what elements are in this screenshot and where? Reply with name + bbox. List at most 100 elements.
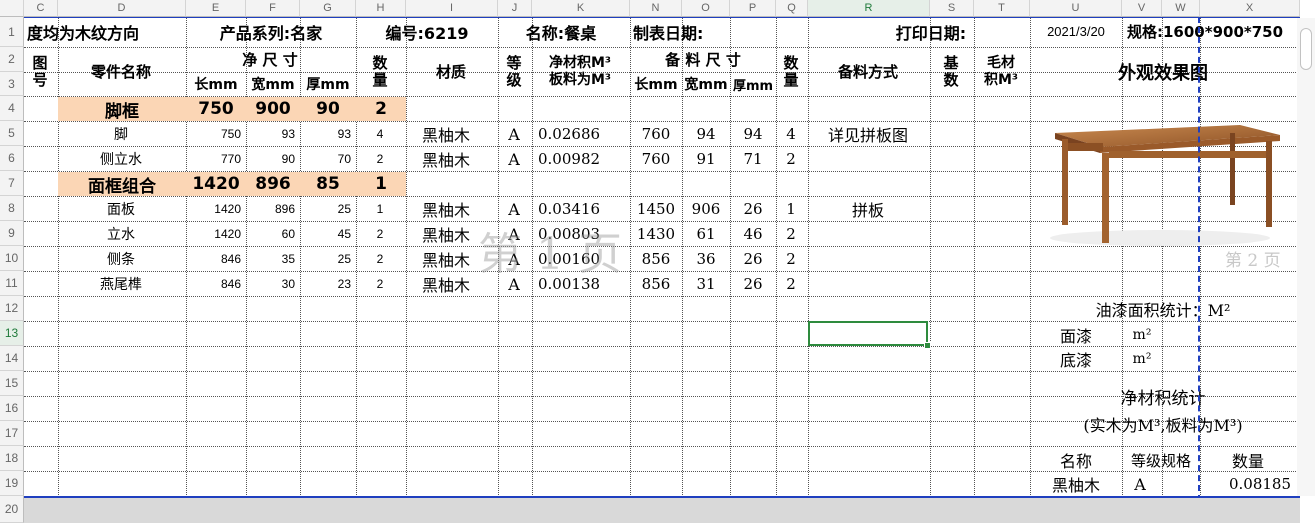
base-coat-unit: m² xyxy=(1132,351,1152,367)
column-header-J[interactable]: J xyxy=(498,0,532,17)
stats-col-qty: 数量 xyxy=(1231,452,1264,471)
column-header-Q[interactable]: Q xyxy=(776,0,808,17)
prep-width: 906 xyxy=(691,200,721,218)
group-width: 896 xyxy=(246,172,300,196)
row-header-4[interactable]: 4 xyxy=(0,96,24,121)
row-header-16[interactable]: 16 xyxy=(0,396,24,421)
row-header-18[interactable]: 18 xyxy=(0,446,24,471)
column-header-D[interactable]: D xyxy=(58,0,186,17)
grid-hline xyxy=(24,321,1300,322)
part-name: 侧立水 xyxy=(100,152,142,168)
scrollbar-thumb[interactable] xyxy=(1300,28,1312,70)
prep-thickness: 94 xyxy=(743,125,763,143)
row-header-5[interactable]: 5 xyxy=(0,121,24,146)
column-header-T[interactable]: T xyxy=(974,0,1030,17)
stats-col-name: 名称 xyxy=(1059,452,1092,471)
column-header-E[interactable]: E xyxy=(186,0,246,17)
thickness-header: 厚mm xyxy=(306,77,350,93)
part-material: 黑柚木 xyxy=(422,251,471,270)
material-header: 材质 xyxy=(435,63,466,81)
grid-hline xyxy=(24,446,1300,447)
row-header-3[interactable]: 3 xyxy=(0,72,24,96)
part-volume: 0.00160 xyxy=(538,250,601,268)
top-coat-label: 面漆 xyxy=(1059,327,1092,346)
column-header-R[interactable]: R xyxy=(808,0,930,17)
group-quantity: 1 xyxy=(356,172,406,196)
part-length: 846 xyxy=(220,277,241,291)
row-header-19[interactable]: 19 xyxy=(0,471,24,496)
row-header-8[interactable]: 8 xyxy=(0,196,24,221)
quantity-header: 数量 xyxy=(356,47,404,96)
date-value: 2021/3/20 xyxy=(1047,24,1105,39)
length-header: 长mm xyxy=(194,77,238,93)
part-material: 黑柚木 xyxy=(422,126,471,145)
spreadsheet[interactable]: CDEFGHIJKNOPQRSTUVWX 1 2 3 4 5 6 7 8 9 10 11 12 13 14… xyxy=(0,0,1315,523)
part-quantity: 2 xyxy=(376,152,384,166)
prep-width: 61 xyxy=(696,225,716,243)
part-volume: 0.02686 xyxy=(538,125,601,143)
header-text: 数 xyxy=(783,53,799,72)
part-width: 35 xyxy=(281,252,295,266)
part-length: 770 xyxy=(220,152,241,166)
prep-size-header: 备 料 尺 寸 xyxy=(665,50,741,69)
row-header-10[interactable]: 10 xyxy=(0,246,24,271)
row-header-1[interactable]: 1 xyxy=(0,17,24,47)
row-header-20[interactable]: 20 xyxy=(0,496,24,523)
column-header-I[interactable]: I xyxy=(406,0,498,17)
row-header-9[interactable]: 9 xyxy=(0,221,24,246)
column-header-K[interactable]: K xyxy=(532,0,630,17)
part-quantity: 2 xyxy=(376,252,384,266)
header-text: 量 xyxy=(372,70,388,89)
column-header-H[interactable]: H xyxy=(356,0,406,17)
row-header-2[interactable]: 2 xyxy=(0,47,24,72)
row-header-11[interactable]: 11 xyxy=(0,271,24,296)
part-width: 60 xyxy=(281,227,295,241)
row-header-15[interactable]: 15 xyxy=(0,371,24,396)
row-header-6[interactable]: 6 xyxy=(0,146,24,171)
stats-row-grade: A xyxy=(1134,474,1146,494)
spec: 规格:1600*900*750 xyxy=(1127,23,1284,41)
grid-hline xyxy=(24,371,1300,372)
part-material: 黑柚木 xyxy=(422,151,471,170)
row-header-13[interactable]: 13 xyxy=(0,321,24,346)
column-header-O[interactable]: O xyxy=(682,0,730,17)
prep-length-header: 长mm xyxy=(634,77,678,93)
volume-stats-title: 净材积统计 xyxy=(1120,389,1206,409)
stats-row-qty: 0.08185 xyxy=(1228,475,1291,493)
column-header-V[interactable]: V xyxy=(1122,0,1162,17)
row-header-12[interactable]: 12 xyxy=(0,296,24,321)
column-header-C[interactable]: C xyxy=(24,0,58,17)
row-header-14[interactable]: 14 xyxy=(0,346,24,371)
column-header-N[interactable]: N xyxy=(630,0,682,17)
column-header-X[interactable]: X xyxy=(1200,0,1300,17)
part-volume: 0.03416 xyxy=(538,200,601,218)
column-header-G[interactable]: G xyxy=(300,0,356,17)
grain-note: 度均为木纹方向 xyxy=(27,23,140,43)
header-text: 数 xyxy=(372,53,388,72)
prep-length: 760 xyxy=(641,125,671,143)
column-header-U[interactable]: U xyxy=(1030,0,1122,17)
prep-thickness-header: 厚mm xyxy=(732,78,774,94)
column-header-P[interactable]: P xyxy=(730,0,776,17)
part-thickness: 45 xyxy=(337,227,351,241)
header-text: 毛材 xyxy=(987,54,1015,71)
group-thickness: 85 xyxy=(300,172,356,196)
select-all-corner[interactable] xyxy=(0,0,24,17)
vertical-scrollbar[interactable] xyxy=(1297,18,1315,496)
prep-thickness: 26 xyxy=(743,275,763,293)
product-code: 编号:6219 xyxy=(385,23,469,43)
column-header-W[interactable]: W xyxy=(1162,0,1200,17)
appearance-header: 外观效果图 xyxy=(1118,62,1208,84)
column-header-F[interactable]: F xyxy=(246,0,300,17)
prep-length: 856 xyxy=(641,275,671,293)
part-width: 896 xyxy=(274,202,295,216)
part-thickness: 70 xyxy=(337,152,351,166)
prep-quantity: 4 xyxy=(786,125,796,143)
row-header-7[interactable]: 7 xyxy=(0,171,24,196)
row-header-17[interactable]: 17 xyxy=(0,421,24,446)
fill-handle[interactable] xyxy=(924,342,931,349)
product-name: 名称:餐桌 xyxy=(525,23,597,43)
column-header-S[interactable]: S xyxy=(930,0,974,17)
selected-cell[interactable] xyxy=(808,321,928,346)
header-text: 量 xyxy=(783,70,799,89)
